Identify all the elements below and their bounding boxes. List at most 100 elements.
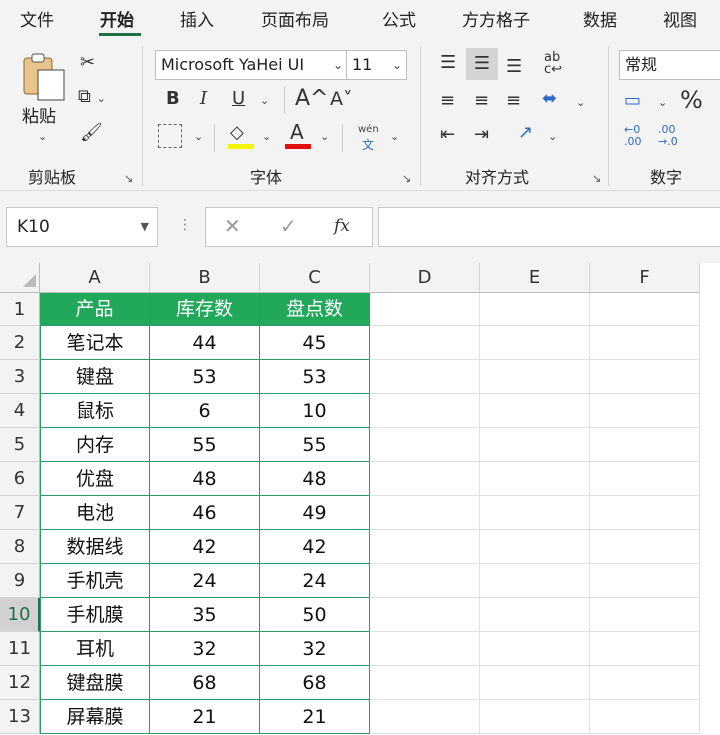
- empty-cell[interactable]: [480, 598, 590, 632]
- table-cell[interactable]: 49: [260, 496, 370, 530]
- empty-cell[interactable]: [480, 394, 590, 428]
- tab-view[interactable]: 视图: [663, 6, 697, 31]
- row-header-7[interactable]: 7: [0, 496, 40, 530]
- table-cell[interactable]: 21: [260, 700, 370, 734]
- row-header-3[interactable]: 3: [0, 360, 40, 394]
- number-format-select[interactable]: 常规: [619, 50, 720, 80]
- empty-cell[interactable]: [590, 632, 700, 666]
- table-cell[interactable]: 50: [260, 598, 370, 632]
- column-header-a[interactable]: A: [40, 263, 150, 293]
- table-header-cell[interactable]: 产品: [40, 293, 150, 326]
- row-header-12[interactable]: 12: [0, 666, 40, 700]
- clipboard-launcher-icon[interactable]: ↘: [124, 172, 133, 185]
- empty-cell[interactable]: [590, 428, 700, 462]
- empty-cell[interactable]: [370, 428, 480, 462]
- row-header-11[interactable]: 11: [0, 632, 40, 666]
- empty-cell[interactable]: [590, 293, 700, 326]
- row-header-6[interactable]: 6: [0, 462, 40, 496]
- alignment-launcher-icon[interactable]: ↘: [592, 172, 601, 185]
- fill-color-chevron-icon[interactable]: ⌄: [262, 130, 271, 143]
- row-header-1[interactable]: 1: [0, 293, 40, 326]
- wrap-text-icon[interactable]: ab c↩: [544, 51, 562, 76]
- fill-color-icon[interactable]: ◇: [230, 124, 244, 142]
- column-header-f[interactable]: F: [590, 263, 700, 293]
- column-header-c[interactable]: C: [260, 263, 370, 293]
- align-top-icon[interactable]: ☰: [440, 54, 456, 72]
- tab-fangfang[interactable]: 方方格子: [462, 6, 530, 31]
- table-cell[interactable]: 55: [150, 428, 260, 462]
- empty-cell[interactable]: [590, 666, 700, 700]
- table-cell[interactable]: 68: [150, 666, 260, 700]
- table-cell[interactable]: 44: [150, 326, 260, 360]
- row-header-2[interactable]: 2: [0, 326, 40, 360]
- table-cell[interactable]: 内存: [40, 428, 150, 462]
- empty-cell[interactable]: [590, 394, 700, 428]
- table-cell[interactable]: 6: [150, 394, 260, 428]
- column-header-e[interactable]: E: [480, 263, 590, 293]
- empty-cell[interactable]: [370, 360, 480, 394]
- currency-chevron-icon[interactable]: ⌄: [658, 96, 667, 109]
- table-cell[interactable]: 48: [260, 462, 370, 496]
- table-cell[interactable]: 55: [260, 428, 370, 462]
- empty-cell[interactable]: [590, 700, 700, 734]
- table-cell[interactable]: 45: [260, 326, 370, 360]
- row-header-13[interactable]: 13: [0, 700, 40, 734]
- empty-cell[interactable]: [370, 564, 480, 598]
- increase-decimal-icon[interactable]: ←0.00: [624, 124, 642, 148]
- table-cell[interactable]: 68: [260, 666, 370, 700]
- empty-cell[interactable]: [370, 394, 480, 428]
- empty-cell[interactable]: [370, 700, 480, 734]
- empty-cell[interactable]: [590, 462, 700, 496]
- table-cell[interactable]: 笔记本: [40, 326, 150, 360]
- table-cell[interactable]: 42: [150, 530, 260, 564]
- empty-cell[interactable]: [480, 564, 590, 598]
- empty-cell[interactable]: [370, 598, 480, 632]
- align-bottom-icon[interactable]: ☰: [506, 58, 522, 76]
- merge-chevron-icon[interactable]: ⌄: [576, 96, 585, 109]
- table-cell[interactable]: 42: [260, 530, 370, 564]
- empty-cell[interactable]: [370, 326, 480, 360]
- align-left-icon[interactable]: ≡: [440, 92, 455, 110]
- table-header-cell[interactable]: 库存数: [150, 293, 260, 326]
- align-right-icon[interactable]: ≡: [506, 92, 521, 110]
- table-cell[interactable]: 数据线: [40, 530, 150, 564]
- empty-cell[interactable]: [370, 293, 480, 326]
- tab-file[interactable]: 文件: [20, 6, 54, 31]
- orientation-icon[interactable]: ↗: [518, 124, 533, 142]
- borders-icon[interactable]: [158, 124, 182, 148]
- empty-cell[interactable]: [480, 666, 590, 700]
- table-cell[interactable]: 电池: [40, 496, 150, 530]
- insert-function-icon[interactable]: fx: [334, 216, 350, 236]
- tab-data[interactable]: 数据: [583, 6, 617, 31]
- select-all-button[interactable]: [0, 263, 40, 293]
- underline-dropdown-chevron-icon[interactable]: ⌄: [260, 94, 269, 107]
- formula-input[interactable]: [378, 207, 720, 247]
- table-cell[interactable]: 24: [260, 564, 370, 598]
- row-header-4[interactable]: 4: [0, 394, 40, 428]
- tab-home[interactable]: 开始: [100, 6, 134, 31]
- row-header-8[interactable]: 8: [0, 530, 40, 564]
- orientation-chevron-icon[interactable]: ⌄: [548, 130, 557, 143]
- bold-button[interactable]: B: [166, 90, 180, 108]
- empty-cell[interactable]: [590, 598, 700, 632]
- empty-cell[interactable]: [590, 496, 700, 530]
- empty-cell[interactable]: [370, 530, 480, 564]
- empty-cell[interactable]: [480, 360, 590, 394]
- format-painter-icon[interactable]: 🖌: [80, 124, 103, 142]
- table-cell[interactable]: 53: [150, 360, 260, 394]
- empty-cell[interactable]: [480, 326, 590, 360]
- decrease-indent-icon[interactable]: ⇤: [440, 126, 455, 144]
- phonetic-chevron-icon[interactable]: ⌄: [390, 130, 399, 143]
- table-header-cell[interactable]: 盘点数: [260, 293, 370, 326]
- table-cell[interactable]: 手机壳: [40, 564, 150, 598]
- tab-insert[interactable]: 插入: [180, 6, 214, 31]
- empty-cell[interactable]: [480, 293, 590, 326]
- tab-formulas[interactable]: 公式: [382, 6, 416, 31]
- table-cell[interactable]: 32: [260, 632, 370, 666]
- table-cell[interactable]: 耳机: [40, 632, 150, 666]
- row-header-10[interactable]: 10: [0, 598, 40, 632]
- empty-cell[interactable]: [480, 428, 590, 462]
- table-cell[interactable]: 键盘: [40, 360, 150, 394]
- empty-cell[interactable]: [370, 632, 480, 666]
- empty-cell[interactable]: [590, 326, 700, 360]
